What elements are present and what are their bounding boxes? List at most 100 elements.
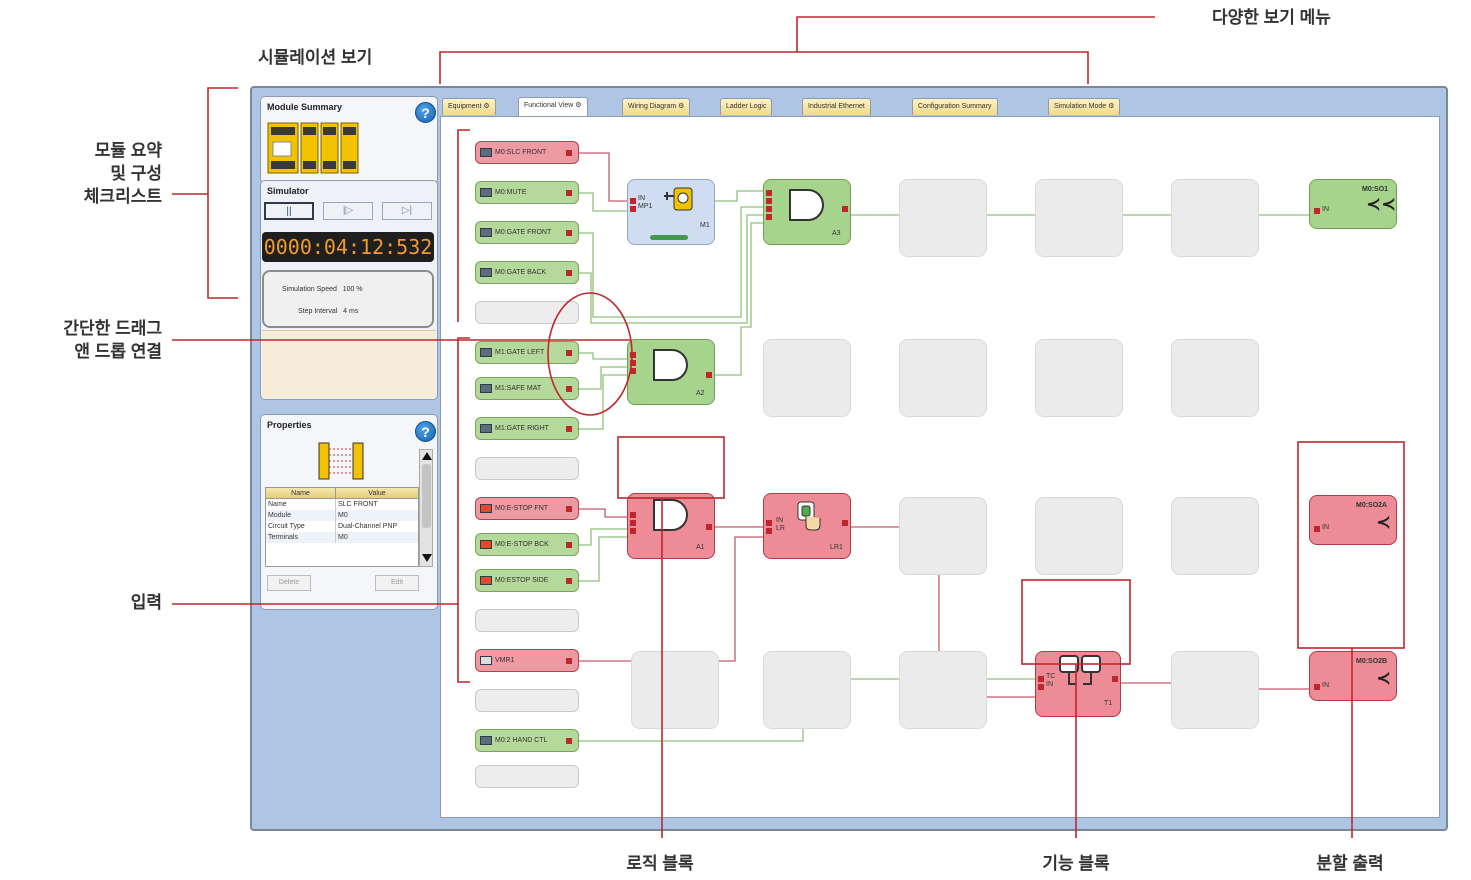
- latch-reset-block[interactable]: IN LR LR1: [763, 493, 851, 559]
- input-port[interactable]: [1314, 208, 1320, 214]
- empty-input-slot[interactable]: [475, 609, 579, 632]
- output-port[interactable]: [566, 150, 572, 156]
- output-port[interactable]: [566, 738, 572, 744]
- tab-functional-view[interactable]: Functional View ⚙: [518, 97, 588, 116]
- input-port[interactable]: [1038, 684, 1044, 690]
- empty-slot[interactable]: [899, 179, 987, 257]
- mute-function-block[interactable]: IN MP1 M1: [627, 179, 715, 245]
- scroll-thumb[interactable]: [422, 464, 431, 528]
- empty-slot[interactable]: [1171, 339, 1259, 417]
- empty-slot[interactable]: [1035, 339, 1123, 417]
- input-port[interactable]: [766, 528, 772, 534]
- input-port[interactable]: [766, 214, 772, 220]
- input-block[interactable]: M1:GATE LEFT: [475, 341, 579, 364]
- input-port[interactable]: [630, 520, 636, 526]
- input-block[interactable]: M0:MUTE: [475, 181, 579, 204]
- input-block[interactable]: M1:GATE RIGHT: [475, 417, 579, 440]
- safety-output-block[interactable]: M0:SO2A IN ≺: [1309, 495, 1397, 545]
- properties-row[interactable]: Circuit Type Dual-Channel PNP: [266, 521, 418, 532]
- empty-slot[interactable]: [1035, 497, 1123, 575]
- output-port[interactable]: [566, 578, 572, 584]
- safety-output-block[interactable]: M0:SO2B IN ≺: [1309, 651, 1397, 701]
- delete-button[interactable]: Delete: [267, 575, 311, 591]
- input-block[interactable]: M0:E-STOP FNT: [475, 497, 579, 520]
- output-port[interactable]: [566, 230, 572, 236]
- input-block[interactable]: M0:ESTOP SIDE: [475, 569, 579, 592]
- speed-value[interactable]: 100 %: [343, 286, 363, 293]
- input-port[interactable]: [766, 190, 772, 196]
- empty-slot[interactable]: [631, 651, 719, 729]
- two-hand-control-block[interactable]: TC IN T1: [1035, 651, 1121, 717]
- step-button[interactable]: |▷: [323, 202, 373, 220]
- properties-scrollbar[interactable]: [419, 449, 433, 567]
- properties-row[interactable]: Terminals M0: [266, 532, 418, 543]
- and-logic-block[interactable]: A3: [763, 179, 851, 245]
- input-block[interactable]: M0:E-STOP BCK: [475, 533, 579, 556]
- empty-slot[interactable]: [899, 497, 987, 575]
- tab-equipment[interactable]: Equipment ⚙: [442, 98, 496, 115]
- input-block[interactable]: M0:SLC FRONT: [475, 141, 579, 164]
- empty-slot[interactable]: [1171, 497, 1259, 575]
- empty-input-slot[interactable]: [475, 689, 579, 712]
- and-logic-block[interactable]: A2: [627, 339, 715, 405]
- input-port[interactable]: [766, 198, 772, 204]
- help-icon[interactable]: ?: [415, 102, 436, 123]
- input-block[interactable]: M1:SAFE MAT: [475, 377, 579, 400]
- empty-slot[interactable]: [899, 651, 987, 729]
- output-port[interactable]: [566, 350, 572, 356]
- output-port[interactable]: [706, 372, 712, 378]
- empty-input-slot[interactable]: [475, 301, 579, 324]
- input-port[interactable]: [630, 512, 636, 518]
- input-port[interactable]: [630, 528, 636, 534]
- scroll-down-icon[interactable]: [422, 554, 432, 562]
- output-port[interactable]: [706, 524, 712, 530]
- input-port[interactable]: [630, 368, 636, 374]
- tab-simulation-mode[interactable]: Simulation Mode ⚙: [1048, 98, 1121, 115]
- edit-button[interactable]: Edit: [375, 575, 419, 591]
- tab-ladder-logic[interactable]: Ladder Logic: [720, 98, 773, 115]
- empty-slot[interactable]: [763, 651, 851, 729]
- output-port[interactable]: [566, 426, 572, 432]
- input-port[interactable]: [630, 206, 636, 212]
- name-column-header[interactable]: Name: [266, 488, 336, 498]
- empty-slot[interactable]: [899, 339, 987, 417]
- empty-input-slot[interactable]: [475, 457, 579, 480]
- output-port[interactable]: [842, 206, 848, 212]
- output-port[interactable]: [842, 520, 848, 526]
- input-port[interactable]: [630, 352, 636, 358]
- input-block[interactable]: M0:GATE FRONT: [475, 221, 579, 244]
- input-port[interactable]: [766, 520, 772, 526]
- input-port[interactable]: [630, 360, 636, 366]
- input-block[interactable]: M0:GATE BACK: [475, 261, 579, 284]
- empty-slot[interactable]: [1171, 179, 1259, 257]
- output-port[interactable]: [566, 386, 572, 392]
- empty-slot[interactable]: [763, 339, 851, 417]
- empty-slot[interactable]: [1035, 179, 1123, 257]
- input-port[interactable]: [1314, 526, 1320, 532]
- properties-row[interactable]: Name SLC FRONT: [266, 499, 418, 510]
- output-port[interactable]: [566, 270, 572, 276]
- properties-row[interactable]: Module M0: [266, 510, 418, 521]
- output-port[interactable]: [1112, 676, 1118, 682]
- value-column-header[interactable]: Value: [336, 488, 418, 498]
- help-icon[interactable]: ?: [415, 421, 436, 442]
- empty-input-slot[interactable]: [475, 765, 579, 788]
- functional-view-canvas[interactable]: M0:SLC FRONT M0:MUTE M0:GATE FRONT M0:GA…: [440, 116, 1440, 818]
- scroll-up-icon[interactable]: [422, 452, 432, 460]
- input-block[interactable]: M0:2 HAND CTL: [475, 729, 579, 752]
- output-port[interactable]: [566, 190, 572, 196]
- tab-wiring-diagram[interactable]: Wiring Diagram ⚙: [622, 98, 691, 115]
- reset-button[interactable]: ▷|: [382, 202, 432, 220]
- output-port[interactable]: [566, 506, 572, 512]
- tab-industrial-ethernet[interactable]: Industrial Ethernet: [802, 98, 871, 115]
- and-logic-block[interactable]: A1: [627, 493, 715, 559]
- interval-value[interactable]: 4 ms: [343, 308, 358, 315]
- input-port[interactable]: [1314, 684, 1320, 690]
- output-port[interactable]: [566, 542, 572, 548]
- safety-module-icon[interactable]: [267, 117, 367, 175]
- input-port[interactable]: [630, 198, 636, 204]
- input-port[interactable]: [1038, 676, 1044, 682]
- tab-configuration-summary[interactable]: Configuration Summary: [912, 98, 998, 115]
- output-port[interactable]: [566, 658, 572, 664]
- safety-output-block[interactable]: M0:SO1 IN ≺≺: [1309, 179, 1397, 229]
